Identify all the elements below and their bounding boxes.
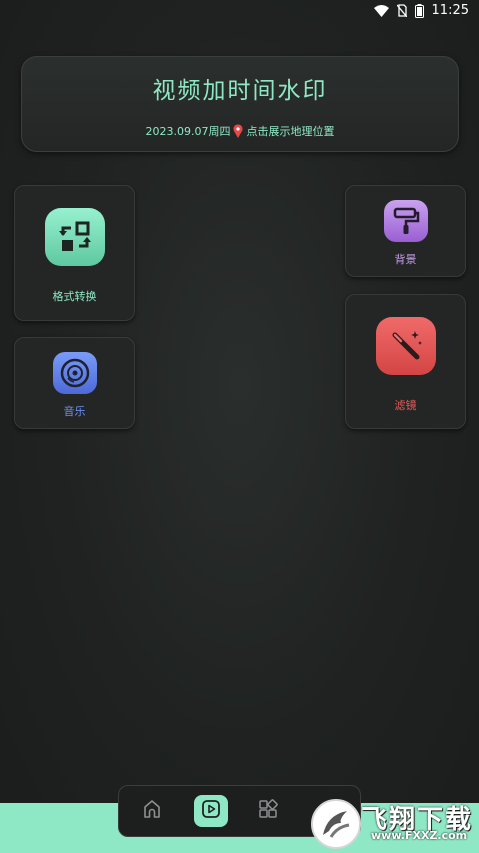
music-label: 音乐	[63, 405, 86, 418]
paint-roller-icon	[383, 200, 428, 242]
location-pin-icon	[232, 124, 244, 138]
clock: 11:25	[431, 3, 469, 18]
download-site-watermark: 飞翔下载 www.FXXZ.com	[309, 797, 479, 849]
date-location-row[interactable]: 2023.09.07周四 点击展示地理位置	[22, 123, 458, 139]
apps-icon	[258, 799, 278, 823]
date-text: 2023.09.07周四	[145, 125, 231, 138]
disc-icon	[52, 352, 97, 394]
music-card[interactable]: 音乐	[14, 337, 135, 429]
format-convert-card[interactable]: 格式转换	[14, 185, 135, 321]
filter-card[interactable]: 滤镜	[345, 294, 466, 429]
format-convert-icon	[44, 208, 105, 266]
format-convert-label: 格式转换	[52, 290, 97, 303]
home-icon	[142, 799, 162, 823]
nav-apps[interactable]	[252, 795, 284, 827]
play-icon	[200, 798, 222, 824]
background-card[interactable]: 背景	[345, 185, 466, 277]
status-icons: 11:25	[373, 3, 469, 18]
status-bar: 11:25	[0, 0, 479, 22]
location-text[interactable]: 点击展示地理位置	[246, 123, 334, 139]
watermark-logo-icon	[311, 799, 361, 849]
page-title: 视频加时间水印	[152, 78, 328, 104]
nav-video[interactable]	[194, 795, 228, 827]
header-card: 视频加时间水印 2023.09.07周四 点击展示地理位置	[21, 56, 459, 152]
magic-wand-icon	[375, 317, 436, 375]
no-sim-icon	[396, 4, 407, 17]
battery-icon	[414, 3, 424, 18]
filter-label: 滤镜	[394, 399, 417, 412]
nav-home[interactable]	[136, 795, 168, 827]
watermark-url: www.FXXZ.com	[371, 829, 468, 842]
background-label: 背景	[394, 253, 417, 266]
wifi-icon	[373, 4, 389, 17]
